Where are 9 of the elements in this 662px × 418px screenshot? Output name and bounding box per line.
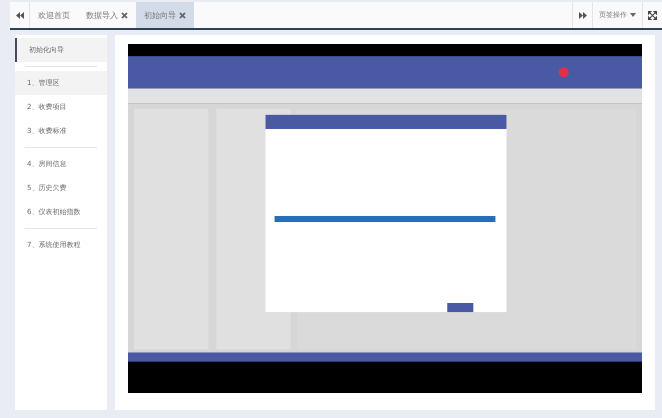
caret-icon xyxy=(630,13,636,17)
tab[interactable]: 数据导入 xyxy=(78,2,136,28)
close-icon[interactable] xyxy=(179,12,186,18)
fullscreen-icon xyxy=(648,10,657,20)
tab[interactable]: 欢迎首页 xyxy=(30,2,78,28)
double-right-icon xyxy=(578,12,586,18)
close-icon[interactable] xyxy=(121,12,128,18)
double-left-icon xyxy=(16,12,24,18)
tab[interactable]: 初始向导 xyxy=(136,2,194,28)
